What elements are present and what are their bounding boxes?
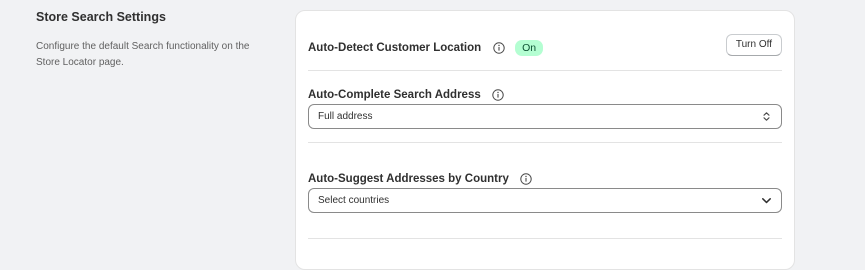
auto-suggest-label: Auto-Suggest Addresses by Country [308,172,509,185]
select-value: Full address [318,111,373,122]
section-description: Configure the default Search functionali… [36,41,250,68]
country-select[interactable]: Select countries [308,188,782,213]
section-title: Store Search Settings [36,10,166,24]
status-badge: On [515,39,544,56]
auto-detect-label: Auto-Detect Customer Location [308,41,482,54]
auto-suggest-select-wrap: Select countries [308,188,782,213]
section-sidebar: Store Search Settings Configure the defa… [36,10,276,71]
auto-complete-row: Auto-Complete Search Address [308,86,782,102]
select-placeholder: Select countries [318,195,390,206]
divider [308,70,782,71]
info-icon[interactable] [492,89,504,101]
settings-card: Auto-Detect Customer Location On Turn Of… [295,10,795,270]
info-icon[interactable] [520,173,533,185]
divider [308,238,782,239]
turn-off-button[interactable]: Turn Off [725,34,782,56]
auto-complete-select[interactable]: Full address [308,104,782,129]
auto-suggest-row: Auto-Suggest Addresses by Country [308,170,782,186]
chevron-down-icon [761,195,772,206]
select-arrows-icon [761,111,772,122]
auto-detect-row: Auto-Detect Customer Location On Turn Of… [308,34,782,56]
info-icon[interactable] [492,42,505,54]
divider [308,142,782,143]
auto-complete-select-wrap: Full address [308,104,782,129]
auto-complete-label: Auto-Complete Search Address [308,88,481,101]
